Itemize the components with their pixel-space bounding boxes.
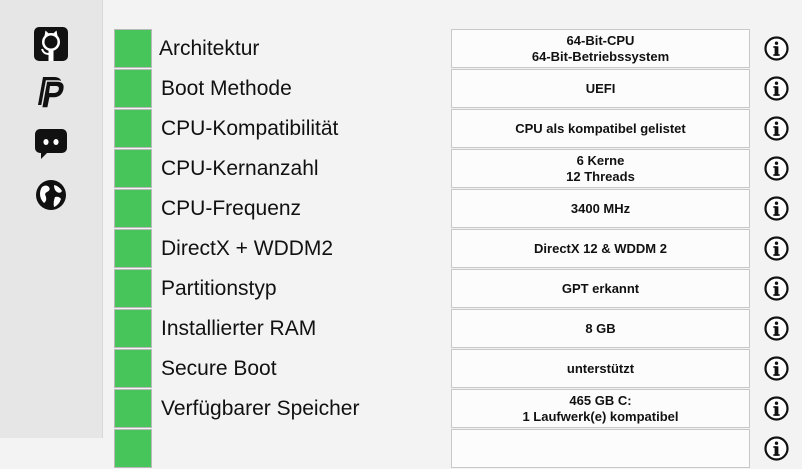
info-icon[interactable] (764, 316, 789, 341)
check-value: 64-Bit-CPU 64-Bit-Betriebssystem (451, 29, 750, 68)
status-indicator (114, 349, 152, 388)
check-label: Secure Boot (161, 357, 277, 380)
info-icon[interactable] (764, 356, 789, 381)
check-label: CPU-Kompatibilität (161, 117, 339, 140)
check-label: Boot Methode (161, 77, 292, 100)
info-icon[interactable] (764, 36, 789, 61)
check-row: Partitionstyp GPT erkannt (0, 269, 802, 309)
check-value-line1: 465 GB C: (569, 392, 632, 408)
info-icon[interactable] (764, 156, 789, 181)
check-value: CPU als kompatibel gelistet (451, 109, 750, 148)
check-value: GPT erkannt (451, 269, 750, 308)
check-row: Architektur 64-Bit-CPU 64-Bit-Betriebssyst… (0, 29, 802, 69)
check-row: Verfügbarer Speicher 465 GB C: 1 Laufwerk(… (0, 389, 802, 429)
check-row: DirectX + WDDM2 DirectX 12 & WDDM 2 (0, 229, 802, 269)
check-row: CPU-Kompatibilität CPU als kompatibel gel… (0, 109, 802, 149)
check-value-line1: CPU als kompatibel gelistet (515, 120, 686, 136)
check-row: CPU-Frequenz 3400 MHz (0, 189, 802, 229)
info-icon[interactable] (764, 276, 789, 301)
check-row: Secure Boot unterstützt (0, 349, 802, 389)
check-value-line1: 3400 MHz (570, 200, 631, 216)
check-value: 3400 MHz (451, 189, 750, 228)
status-indicator (114, 309, 152, 348)
check-row: CPU-Kernanzahl 6 Kerne 12 Threads (0, 149, 802, 189)
check-value-line2: 12 Threads (566, 168, 635, 184)
check-value-line1: DirectX 12 & WDDM 2 (534, 240, 667, 256)
check-label: CPU-Frequenz (161, 197, 302, 220)
status-indicator (114, 189, 152, 228)
check-label: Architektur (159, 37, 260, 60)
check-value-line1: 8 GB (585, 320, 616, 336)
check-value-line1: 64-Bit-CPU (566, 32, 635, 48)
check-value-line2: 1 Laufwerk(e) kompatibel (522, 408, 679, 424)
check-label: Partitionstyp (161, 277, 277, 300)
check-value: unterstützt (451, 349, 750, 388)
check-row (0, 429, 802, 469)
check-label: DirectX + WDDM2 (161, 237, 334, 260)
check-value-line1: unterstützt (566, 360, 635, 376)
check-label: CPU-Kernanzahl (161, 157, 319, 180)
check-value: UEFI (451, 69, 750, 108)
check-value-line1: UEFI (585, 80, 616, 96)
check-value-line1: 6 Kerne (576, 152, 625, 168)
check-value-line2: 64-Bit-Betriebssystem (531, 48, 670, 64)
status-indicator (114, 229, 152, 268)
check-value: DirectX 12 & WDDM 2 (451, 229, 750, 268)
info-icon[interactable] (764, 396, 789, 421)
info-icon[interactable] (764, 436, 789, 461)
status-indicator (114, 69, 152, 108)
info-icon[interactable] (764, 236, 789, 261)
check-row: Boot Methode UEFI (0, 69, 802, 109)
checks-list: Architektur 64-Bit-CPU 64-Bit-Betriebssyst… (0, 0, 802, 468)
status-indicator (114, 149, 152, 188)
check-label: Installierter RAM (161, 317, 317, 340)
check-value-line1: GPT erkannt (561, 280, 640, 296)
info-icon[interactable] (764, 76, 789, 101)
check-value (451, 429, 750, 468)
status-indicator (114, 109, 152, 148)
check-value: 6 Kerne 12 Threads (451, 149, 750, 188)
status-indicator (114, 429, 152, 468)
status-indicator (114, 29, 152, 68)
info-icon[interactable] (764, 116, 789, 141)
check-value: 8 GB (451, 309, 750, 348)
status-indicator (114, 389, 152, 428)
check-row: Installierter RAM 8 GB (0, 309, 802, 349)
check-label: Verfügbarer Speicher (161, 397, 360, 420)
info-icon[interactable] (764, 196, 789, 221)
status-indicator (114, 269, 152, 308)
check-value: 465 GB C: 1 Laufwerk(e) kompatibel (451, 389, 750, 428)
